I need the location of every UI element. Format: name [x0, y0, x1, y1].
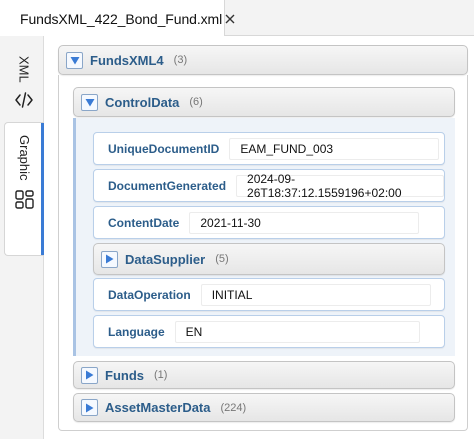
- child-count: (224): [220, 401, 247, 414]
- layout-icon: [14, 189, 36, 216]
- assetmasterdata-group-header[interactable]: AssetMasterData (224): [73, 393, 455, 422]
- field-label: Language: [108, 324, 165, 339]
- field-row-documentgenerated: DocumentGenerated 2024-09-26T18:37:12.15…: [93, 169, 445, 202]
- field-label: DataOperation: [108, 287, 191, 302]
- field-value[interactable]: EAM_FUND_003: [229, 137, 440, 160]
- field-label: ContentDate: [108, 215, 180, 230]
- expand-icon[interactable]: [81, 366, 98, 384]
- field-row-dataoperation: DataOperation INITIAL: [93, 278, 445, 311]
- view-sidebar: XML Graphic: [0, 36, 44, 439]
- group-name: FundsXML4: [90, 52, 164, 68]
- field-value[interactable]: 2021-11-30: [189, 211, 420, 234]
- field-value[interactable]: INITIAL: [200, 283, 431, 306]
- group-name: DataSupplier: [125, 251, 206, 267]
- fundsxml4-group-header[interactable]: FundsXML4 (3): [58, 45, 468, 75]
- funds-group-header[interactable]: Funds (1): [73, 361, 455, 389]
- group-name: Funds: [105, 367, 144, 383]
- child-count: (3): [173, 54, 188, 66]
- close-icon[interactable]: [225, 11, 235, 27]
- controldata-group-header[interactable]: ControlData (6): [73, 87, 455, 117]
- field-value[interactable]: 2024-09-26T18:37:12.1559196+02:00: [236, 172, 444, 200]
- group-name: ControlData: [105, 94, 180, 110]
- field-label: UniqueDocumentID: [108, 141, 220, 156]
- xml-view-tab[interactable]: XML: [4, 50, 44, 120]
- graphic-view-tab[interactable]: Graphic: [4, 122, 44, 256]
- field-row-language: Language EN: [93, 315, 445, 348]
- collapse-icon[interactable]: [66, 51, 83, 69]
- graphic-tab-label: Graphic: [17, 135, 32, 181]
- field-value[interactable]: EN: [174, 320, 420, 343]
- graphic-view: FundsXML4 (3) ControlData (6) UniqueDocu…: [44, 36, 474, 439]
- field-row-uniquedocumentid: UniqueDocumentID EAM_FUND_003: [93, 132, 445, 165]
- expand-icon[interactable]: [101, 250, 118, 268]
- expand-icon[interactable]: [81, 399, 98, 416]
- file-tab-title: FundsXML_422_Bond_Fund.xml: [20, 10, 223, 27]
- file-tab[interactable]: FundsXML_422_Bond_Fund.xml: [0, 0, 235, 37]
- datasupplier-group-header[interactable]: DataSupplier (5): [93, 243, 445, 275]
- field-label: DocumentGenerated: [108, 178, 227, 193]
- field-row-contentdate: ContentDate 2021-11-30: [93, 206, 445, 239]
- child-count: (6): [189, 96, 203, 108]
- group-name: AssetMasterData: [105, 400, 211, 415]
- collapse-icon[interactable]: [81, 93, 98, 111]
- child-count: (5): [215, 253, 229, 265]
- tab-strip: FundsXML_422_Bond_Fund.xml: [0, 0, 474, 37]
- code-icon: [14, 91, 34, 114]
- xml-tab-label: XML: [16, 56, 32, 83]
- child-count: (1): [154, 369, 168, 381]
